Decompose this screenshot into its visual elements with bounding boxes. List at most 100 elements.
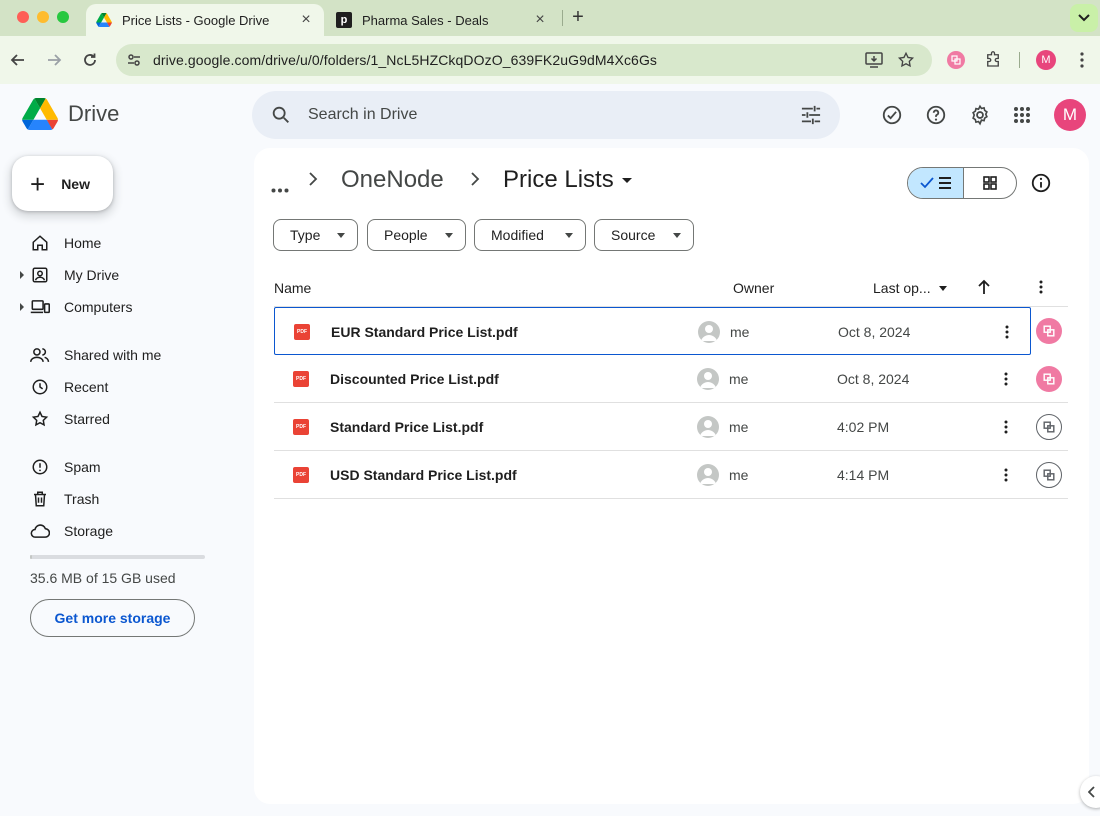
column-header-last-opened[interactable]: Last op... [873, 280, 947, 296]
filter-type-chip[interactable]: Type [273, 219, 358, 251]
browser-menu-button[interactable] [1072, 50, 1092, 70]
cloud-icon [30, 521, 50, 541]
sidebar-item-starred[interactable]: Starred [20, 403, 240, 435]
more-actions-icon[interactable] [996, 465, 1016, 485]
profile-button[interactable]: M [1036, 50, 1056, 70]
star-icon [30, 409, 50, 429]
get-more-storage-button[interactable]: Get more storage [30, 599, 195, 637]
more-horiz-icon [271, 188, 289, 193]
file-owner: me [729, 371, 749, 387]
reload-icon [84, 53, 96, 66]
row-extension-icon[interactable] [1036, 414, 1062, 440]
table-row[interactable]: PDF EUR Standard Price List.pdf me Oct 8… [274, 307, 1031, 355]
new-button[interactable]: + New [12, 156, 113, 211]
sidebar-item-storage[interactable]: Storage [20, 515, 240, 547]
dropdown-arrow-icon [445, 233, 453, 238]
column-header-label: Last op... [873, 280, 931, 296]
sidebar-item-home[interactable]: Home [20, 227, 240, 259]
filter-modified-chip[interactable]: Modified [474, 219, 586, 251]
file-last-opened: 4:14 PM [837, 467, 890, 483]
expand-caret-icon[interactable] [20, 303, 24, 311]
close-tab-icon[interactable]: × [532, 12, 548, 28]
info-icon[interactable] [1030, 172, 1052, 194]
expand-caret-icon[interactable] [20, 271, 24, 279]
row-extension-icon[interactable] [1036, 318, 1062, 344]
view-toggle[interactable] [907, 167, 1017, 199]
file-last-opened: Oct 8, 2024 [837, 371, 910, 387]
pdf-file-icon: PDF [293, 467, 309, 483]
search-bar[interactable] [252, 91, 840, 139]
filter-people-chip[interactable]: People [367, 219, 466, 251]
sidebar-item-spam[interactable]: Spam [20, 451, 240, 483]
sidebar-item-label: Storage [64, 523, 114, 539]
column-options-icon[interactable] [1039, 280, 1043, 294]
back-button[interactable] [8, 50, 28, 70]
breadcrumb-overflow-button[interactable] [271, 180, 289, 198]
url-text: drive.google.com/drive/u/0/folders/1_NcL… [153, 52, 658, 68]
sidebar-item-computers[interactable]: Computers [20, 291, 240, 323]
sort-arrow-up-icon[interactable] [977, 279, 991, 295]
offline-ready-icon[interactable] [881, 104, 903, 126]
more-actions-icon[interactable] [996, 369, 1016, 389]
tab-search-button[interactable] [1070, 4, 1098, 32]
tab-title: Pharma Sales - Deals [362, 12, 489, 28]
minimize-window-button[interactable] [37, 11, 49, 23]
table-row[interactable]: PDF USD Standard Price List.pdf me 4:14 … [274, 451, 1068, 499]
more-actions-icon[interactable] [996, 417, 1016, 437]
column-header-owner[interactable]: Owner [733, 280, 774, 296]
account-avatar[interactable]: M [1054, 99, 1086, 131]
pdf-file-icon: PDF [293, 371, 309, 387]
extensions-puzzle-icon[interactable] [983, 50, 1003, 70]
sidebar-item-shared[interactable]: Shared with me [20, 339, 240, 371]
list-view-icon [919, 177, 951, 189]
search-input[interactable] [308, 91, 768, 139]
computers-icon [30, 297, 50, 317]
drive-logo[interactable]: Drive [22, 98, 119, 130]
sidebar-item-my-drive[interactable]: My Drive [20, 259, 240, 291]
file-owner: me [729, 467, 749, 483]
more-actions-icon[interactable] [997, 322, 1017, 342]
shared-icon [30, 345, 50, 365]
chevron-right-icon [471, 172, 480, 186]
breadcrumb-parent[interactable]: OneNode [341, 166, 444, 194]
extension-pink-icon[interactable] [946, 50, 966, 70]
address-bar[interactable]: drive.google.com/drive/u/0/folders/1_NcL… [116, 44, 932, 76]
sidebar-item-label: Starred [64, 411, 110, 427]
apps-grid-icon[interactable] [1011, 104, 1033, 126]
forward-button[interactable] [44, 50, 64, 70]
tab-price-lists[interactable]: Price Lists - Google Drive × [86, 4, 324, 36]
search-options-icon[interactable] [800, 105, 822, 125]
sidebar-item-recent[interactable]: Recent [20, 371, 240, 403]
tab-pharma-sales[interactable]: p Pharma Sales - Deals × [326, 4, 558, 36]
row-extension-icon[interactable] [1036, 462, 1062, 488]
install-app-icon[interactable] [864, 50, 884, 70]
close-tab-icon[interactable]: × [298, 12, 314, 28]
reload-button[interactable] [80, 50, 100, 70]
breadcrumb-current[interactable]: Price Lists [503, 166, 632, 194]
dropdown-arrow-icon [673, 233, 681, 238]
clock-icon [30, 377, 50, 397]
search-icon[interactable] [270, 104, 292, 126]
file-owner: me [730, 324, 750, 340]
sidebar-item-trash[interactable]: Trash [20, 483, 240, 515]
side-panel-toggle-button[interactable] [1080, 776, 1100, 808]
column-header-name[interactable]: Name [274, 280, 311, 296]
filter-source-chip[interactable]: Source [594, 219, 694, 251]
bookmark-star-icon[interactable] [896, 50, 916, 70]
table-row[interactable]: PDF Standard Price List.pdf me 4:02 PM [274, 403, 1068, 451]
my-drive-icon [30, 265, 50, 285]
help-icon[interactable] [925, 104, 947, 126]
close-window-button[interactable] [17, 11, 29, 23]
new-button-label: New [61, 175, 90, 192]
new-tab-button[interactable]: + [569, 7, 587, 27]
table-row[interactable]: PDF Discounted Price List.pdf me Oct 8, … [274, 355, 1068, 403]
maximize-window-button[interactable] [57, 11, 69, 23]
grid-view-button[interactable] [964, 168, 1016, 198]
row-extension-icon[interactable] [1036, 366, 1062, 392]
settings-gear-icon[interactable] [969, 104, 991, 126]
site-info-icon[interactable] [122, 48, 146, 72]
file-name: Standard Price List.pdf [330, 419, 484, 435]
storage-usage-text: 35.6 MB of 15 GB used [30, 570, 176, 586]
trash-icon [30, 489, 50, 509]
list-view-button[interactable] [908, 168, 964, 198]
